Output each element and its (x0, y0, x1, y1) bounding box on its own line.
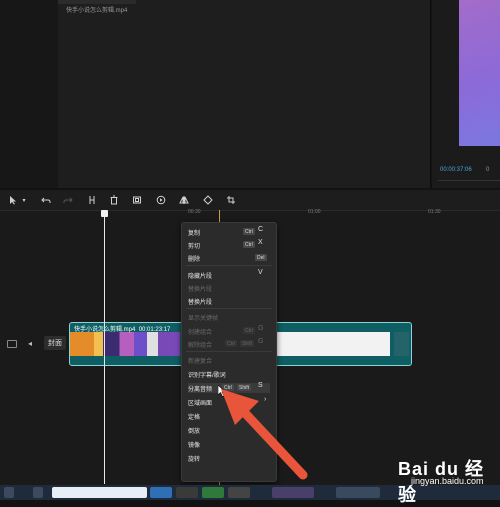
key-badge: Ctrl (243, 228, 255, 235)
playhead-line (104, 214, 105, 484)
shortcut-key: G (258, 325, 264, 332)
rotate-icon[interactable] (201, 193, 215, 207)
preview-progress-bar[interactable] (438, 180, 500, 181)
menu-divider (186, 308, 272, 309)
key-badge: Ctrl (243, 327, 255, 334)
key-badge: Del (255, 254, 267, 261)
menu-divider (186, 265, 272, 266)
redo-icon[interactable] (61, 193, 75, 207)
taskbar-app[interactable] (176, 487, 198, 498)
playhead-handle[interactable] (101, 210, 108, 217)
menu-item-replace-clip[interactable]: 替换片段 (188, 296, 270, 306)
key-badge: Shift (240, 340, 255, 347)
split-icon[interactable] (85, 193, 99, 207)
clip-handle[interactable] (394, 332, 409, 356)
menu-item-new-compound[interactable]: 新建复合 (188, 355, 270, 365)
media-thumbnail[interactable] (58, 0, 136, 4)
chevron-down-icon[interactable]: ▾ (17, 193, 31, 207)
search-icon[interactable] (33, 487, 43, 498)
crop-icon[interactable] (224, 193, 238, 207)
taskbar-app[interactable] (272, 487, 314, 498)
clip-thumbnails (70, 332, 180, 356)
taskbar-app[interactable] (336, 487, 380, 498)
timeline-toolbar (0, 190, 500, 211)
ruler-label: 01:00 (308, 209, 321, 215)
left-panel (0, 0, 58, 188)
track-toggle-icon[interactable] (7, 340, 17, 348)
taskbar-app[interactable] (150, 487, 172, 498)
cover-button[interactable]: 封面 (44, 336, 66, 350)
ruler-label: 01:30 (428, 209, 441, 215)
freeze-icon[interactable] (130, 193, 144, 207)
taskbar-search-box[interactable] (52, 487, 147, 498)
menu-item-replace-disabled[interactable]: 替换片段 (188, 283, 270, 293)
menu-item-recognize-subtitles[interactable]: 识别字幕/歌词 (188, 369, 270, 379)
clip-duration: 00:01:23:17 (138, 327, 171, 333)
shortcut-key: G (258, 338, 264, 345)
clip-thumbnail-white (270, 332, 390, 356)
audio-icon[interactable]: ◂ (28, 339, 32, 348)
key-badge: Ctrl (225, 340, 237, 347)
watermark-url: jingyan.baidu.com (411, 476, 484, 486)
shortcut-key: X (258, 239, 263, 246)
preview-current-time: 00:00:37:06 (440, 167, 472, 173)
shortcut-key: V (258, 269, 263, 276)
mirror-icon[interactable] (177, 193, 191, 207)
ruler-label: 00:30 (188, 209, 201, 215)
playback-icon[interactable] (154, 193, 168, 207)
preview-video (459, 0, 500, 146)
key-badge: Ctrl (243, 241, 255, 248)
menu-divider (186, 351, 272, 352)
undo-icon[interactable] (39, 193, 53, 207)
menu-item-show-keyframes[interactable]: 显示关键帧 (188, 312, 270, 322)
delete-icon[interactable] (107, 193, 121, 207)
media-panel (58, 0, 431, 188)
media-caption: 快手小说怎么剪辑.mp4 (66, 8, 128, 14)
annotation-arrow-icon (215, 385, 315, 480)
taskbar-app[interactable] (228, 487, 250, 498)
preview-end-time: 0 (486, 167, 490, 173)
shortcut-key: C (258, 226, 264, 233)
start-icon[interactable] (4, 487, 14, 498)
taskbar-app[interactable] (202, 487, 224, 498)
clip-title: 快手小说怎么剪辑.mp4 00:01:23:17 (74, 324, 170, 333)
